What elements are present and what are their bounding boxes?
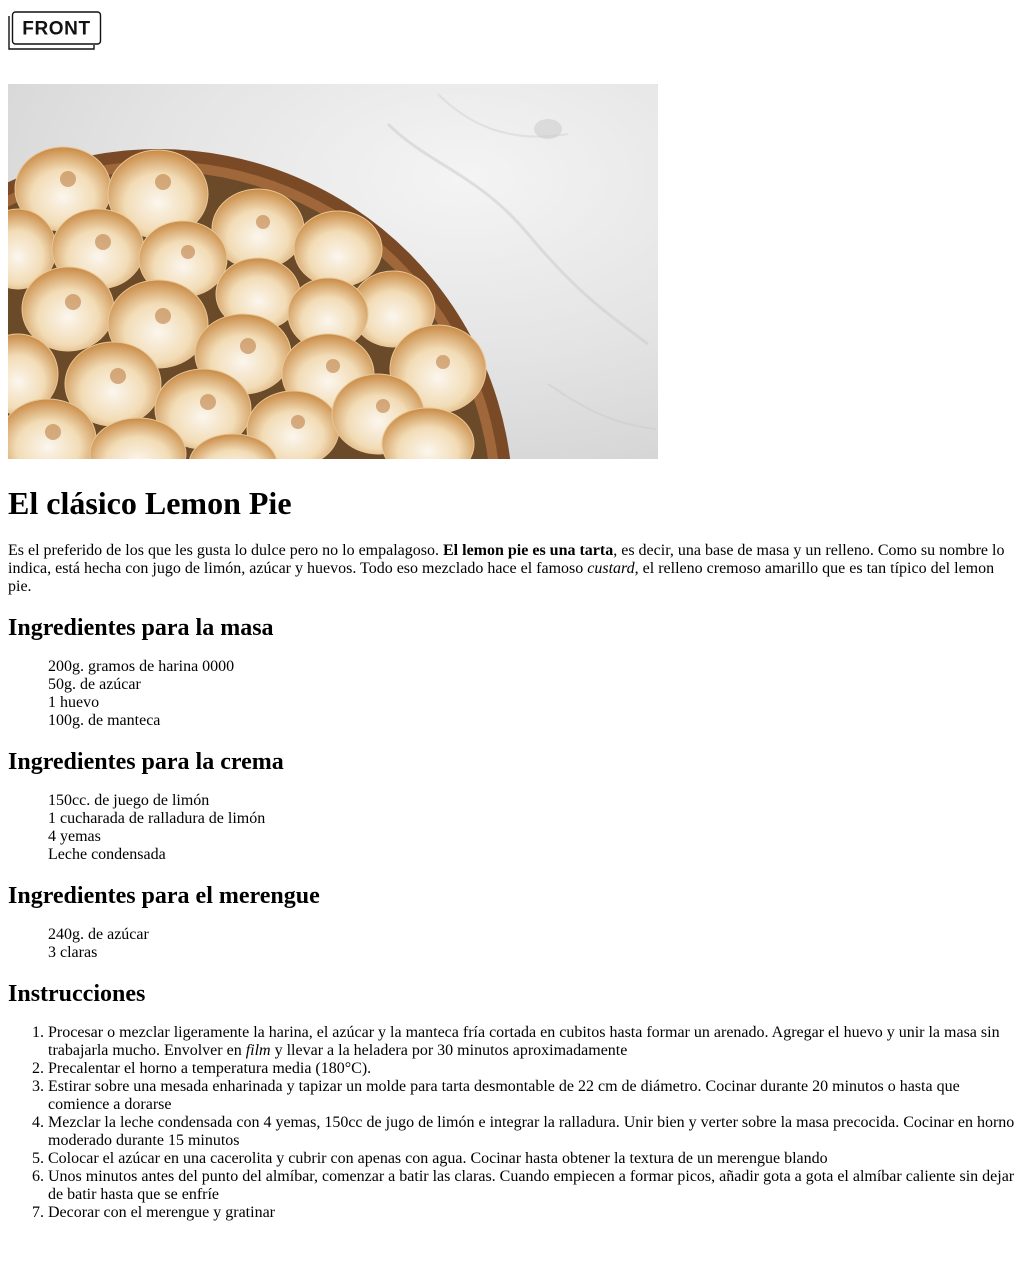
list-item: 240g. de azúcar (48, 926, 149, 943)
list-item: Procesar o mezclar ligeramente la harina… (48, 1024, 1018, 1060)
intro-italic: custard (587, 560, 635, 577)
list-item: Mezclar la leche condensada con 4 yemas,… (48, 1114, 1018, 1150)
front-logo-icon: FRONT (8, 11, 102, 50)
instructions-list: Procesar o mezclar ligeramente la harina… (8, 1024, 1018, 1222)
section-heading-crema: Ingredientes para la crema (8, 749, 284, 775)
ingredient-list-masa: 200g. gramos de harina 0000 50g. de azúc… (8, 658, 1018, 730)
intro-paragraph: Es el preferido de los que les gusta lo … (8, 542, 1018, 596)
list-item: 150cc. de juego de limón (48, 792, 210, 809)
list-item: 1 huevo (48, 694, 100, 711)
hero-image (8, 84, 658, 459)
lemon-pie-photo (8, 84, 658, 459)
list-item: 1 cucharada de ralladura de limón (48, 810, 266, 827)
section-heading-merengue: Ingredientes para el merengue (8, 883, 320, 909)
list-item: 4 yemas (48, 828, 101, 845)
step-1-text-end: y llevar a la heladera por 30 minutos ap… (270, 1042, 628, 1059)
ingredient-list-crema: 150cc. de juego de limón 1 cucharada de … (8, 792, 1018, 864)
intro-text-1: Es el preferido de los que les gusta lo … (8, 542, 443, 559)
front-logo[interactable]: FRONT (8, 11, 102, 51)
list-item: Decorar con el merengue y gratinar (48, 1204, 1018, 1222)
list-item: 200g. gramos de harina 0000 (48, 658, 235, 675)
logo-text: FRONT (22, 19, 90, 40)
list-item: Estirar sobre una mesada enharinada y ta… (48, 1078, 1018, 1114)
step-1-italic: film (245, 1042, 271, 1059)
list-item: 100g. de manteca (48, 712, 161, 729)
section-heading-instrucciones: Instrucciones (8, 981, 146, 1007)
list-item: Precalentar el horno a temperatura media… (48, 1060, 1018, 1078)
page-title: El clásico Lemon Pie (8, 485, 292, 521)
list-item: Unos minutos antes del punto del almíbar… (48, 1168, 1018, 1204)
article: El clásico Lemon Pie Es el preferido de … (8, 485, 1018, 1222)
list-item: 3 claras (48, 944, 98, 961)
list-item: 50g. de azúcar (48, 676, 141, 693)
ingredient-list-merengue: 240g. de azúcar 3 claras (8, 926, 1018, 962)
list-item: Leche condensada (48, 846, 166, 863)
intro-bold: El lemon pie es una tarta (443, 542, 614, 559)
list-item: Colocar el azúcar en una cacerolita y cu… (48, 1150, 1018, 1168)
section-heading-masa: Ingredientes para la masa (8, 615, 274, 641)
